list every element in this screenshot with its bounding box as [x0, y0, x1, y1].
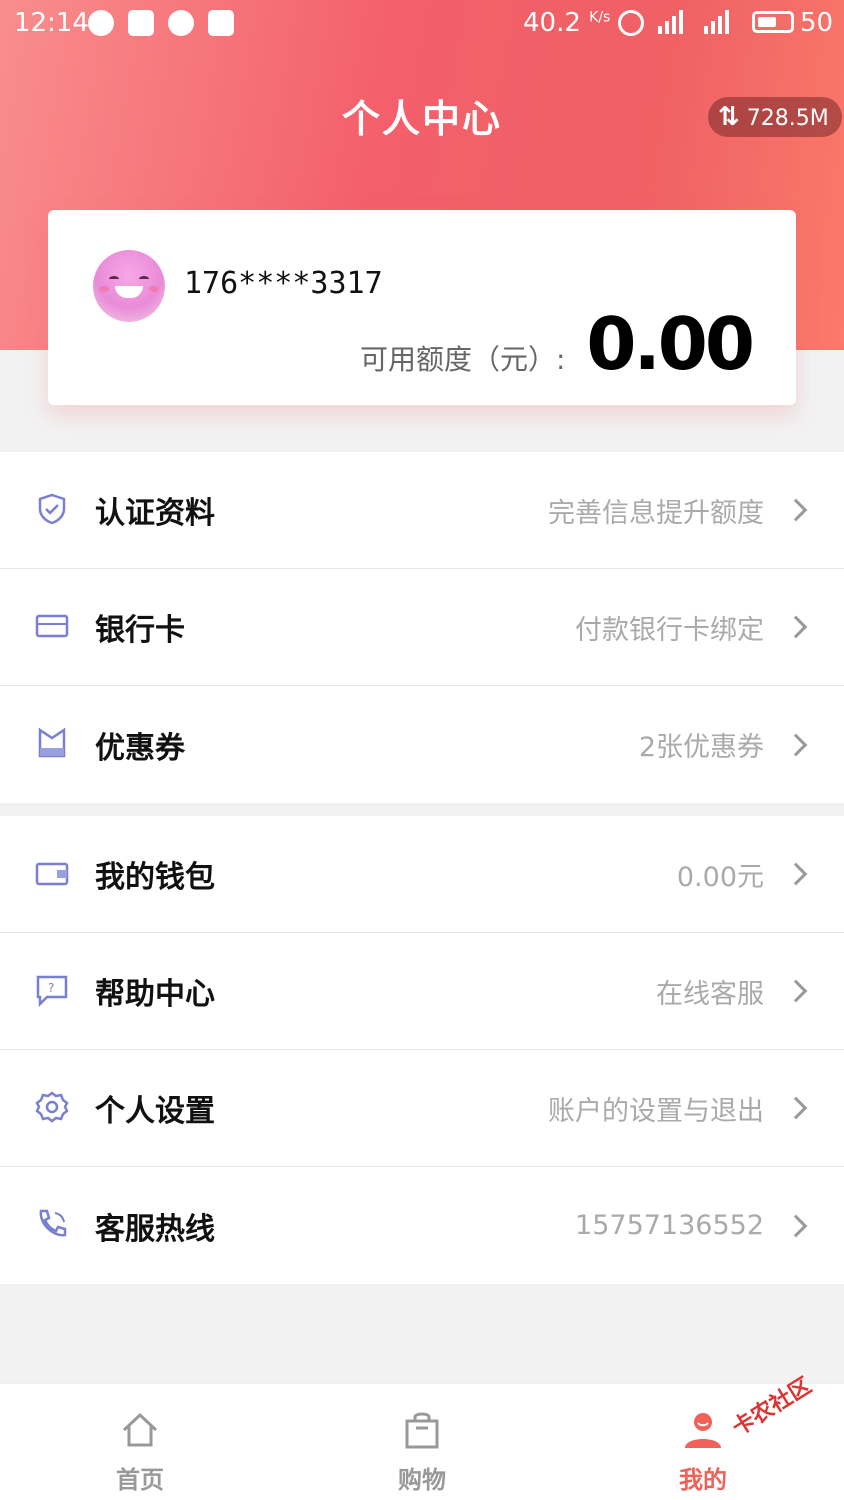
user-icon — [685, 1413, 721, 1448]
tab-home[interactable]: 首页 — [70, 1384, 210, 1500]
menu-label: 个人设置 — [95, 1094, 215, 1129]
message-icon — [168, 10, 194, 36]
tab-label: 我的 — [679, 1466, 727, 1494]
avatar-blush-right — [149, 286, 159, 292]
chevron-right-icon — [784, 979, 808, 1003]
menu-hint: 2张优惠券 — [638, 732, 764, 763]
chevron-right-icon — [784, 862, 808, 886]
menu-item-coupons[interactable]: 优惠券 2张优惠券 — [0, 686, 844, 803]
avatar-eye-left — [109, 276, 119, 282]
bank-card-icon — [35, 614, 69, 638]
help-chat-icon: ? — [36, 975, 68, 1007]
credit-value: 0.00 — [586, 302, 755, 386]
phone-icon — [39, 1209, 67, 1237]
menu-item-settings[interactable]: 个人设置 账户的设置与退出 — [0, 1050, 844, 1167]
transfer-arrows-icon: ⇅ — [718, 102, 740, 132]
menu-hint: 完善信息提升额度 — [548, 497, 764, 529]
alarm-icon — [618, 10, 644, 36]
menu-hint: 0.00元 — [676, 861, 764, 893]
avatar-blush-left — [99, 286, 109, 292]
chevron-right-icon — [784, 498, 808, 522]
traffic-amount: 728.5M — [746, 106, 829, 131]
network-speed: 40.2 K/s — [523, 8, 611, 38]
tab-label: 首页 — [116, 1466, 164, 1494]
home-icon — [122, 1412, 158, 1447]
menu-item-verification[interactable]: 认证资料 完善信息提升额度 — [0, 452, 844, 569]
battery-icon — [752, 11, 794, 33]
shopping-bag-icon — [405, 1412, 439, 1449]
signal-icon — [658, 10, 683, 34]
menu-hint: 付款银行卡绑定 — [575, 614, 764, 646]
sync-icon — [88, 10, 114, 36]
chevron-right-icon — [784, 1096, 808, 1120]
credit-label: 可用额度（元）: — [360, 343, 566, 376]
menu-label: 帮助中心 — [95, 977, 215, 1012]
tab-label: 购物 — [398, 1466, 446, 1494]
avatar-eye-right — [139, 276, 149, 282]
svg-text:?: ? — [48, 981, 54, 995]
wallet-icon — [35, 862, 69, 886]
menu-item-bank-card[interactable]: 银行卡 付款银行卡绑定 — [0, 569, 844, 686]
status-time: 12:14 — [14, 8, 89, 38]
coupon-icon — [38, 727, 66, 758]
chevron-right-icon — [784, 1214, 808, 1237]
signal-4g-icon — [704, 10, 729, 34]
profile-card[interactable]: 176****3317 可用额度（元）: 0.00 — [48, 210, 796, 405]
menu-label: 我的钱包 — [95, 860, 215, 895]
avatar-mouth — [115, 286, 143, 298]
menu-hint: 在线客服 — [656, 978, 764, 1010]
menu-item-help[interactable]: ? 帮助中心 在线客服 — [0, 933, 844, 1050]
menu-label: 优惠券 — [95, 730, 185, 766]
menu-label: 认证资料 — [95, 496, 215, 531]
menu-label: 客服热线 — [95, 1211, 215, 1247]
chevron-right-icon — [784, 733, 808, 756]
menu-group-2: 我的钱包 0.00元 ? 帮助中心 在线客服 个人设置 账户的设置与退出 客服热… — [0, 816, 844, 1284]
menu-hint: 15757136552 — [575, 1210, 764, 1241]
menu-group-1: 认证资料 完善信息提升额度 银行卡 付款银行卡绑定 优惠券 2张优惠券 — [0, 452, 844, 803]
battery-level: 50 — [800, 8, 834, 38]
menu-item-wallet[interactable]: 我的钱包 0.00元 — [0, 816, 844, 933]
gear-icon — [35, 1091, 69, 1123]
app-notification-icon — [208, 10, 234, 36]
menu-hint: 账户的设置与退出 — [548, 1095, 764, 1127]
notification-bell-icon — [128, 10, 154, 36]
bottom-tab-bar: 首页 购物 我的 — [0, 1383, 844, 1500]
avatar[interactable] — [93, 250, 165, 322]
user-phone: 176****3317 — [184, 266, 383, 301]
menu-label: 银行卡 — [95, 613, 185, 648]
status-bar: 12:14 40.2 K/s 50 — [0, 0, 844, 48]
tab-shopping[interactable]: 购物 — [352, 1384, 492, 1500]
menu-item-hotline[interactable]: 客服热线 15757136552 — [0, 1167, 844, 1284]
traffic-float-badge[interactable]: ⇅ 728.5M — [708, 97, 842, 137]
chevron-right-icon — [784, 615, 808, 639]
shield-check-icon — [38, 493, 66, 525]
